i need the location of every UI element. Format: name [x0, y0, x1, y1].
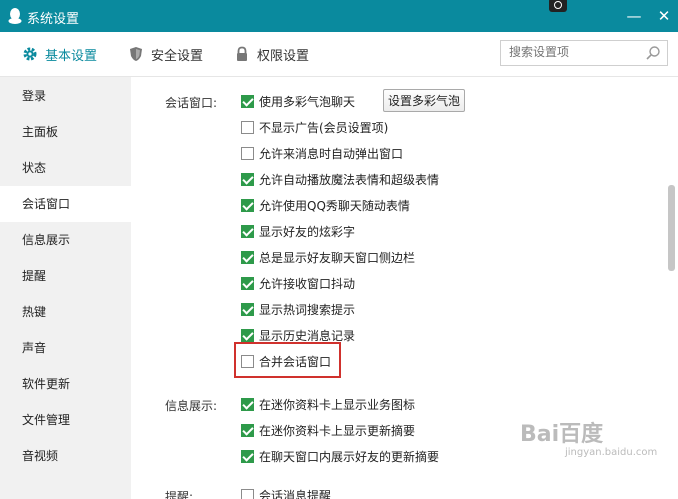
sidebar-item-sound[interactable]: 声音: [0, 330, 131, 366]
option-label: 在聊天窗口内展示好友的更新摘要: [259, 449, 440, 464]
option-checkbox[interactable]: 显示热词搜索提示: [241, 300, 355, 318]
tab-basic-settings[interactable]: 基本设置: [22, 32, 97, 76]
option-label: 在迷你资料卡上显示业务图标: [259, 397, 416, 412]
scrollbar-thumb[interactable]: [668, 185, 675, 271]
checkbox[interactable]: [241, 302, 254, 316]
checkbox[interactable]: [241, 94, 254, 108]
close-button[interactable]: ✕: [654, 6, 674, 26]
sidebar-item-status[interactable]: 状态: [0, 150, 131, 186]
qq-penguin-icon: [8, 8, 22, 24]
lock-icon: [237, 46, 247, 61]
tab-security-settings[interactable]: 安全设置: [128, 32, 203, 76]
checkbox[interactable]: [241, 172, 254, 186]
sidebar-item-info-display[interactable]: 信息展示: [0, 222, 131, 258]
highlight-box: [234, 342, 341, 378]
checkbox[interactable]: [241, 146, 254, 160]
sidebar-item-main-panel[interactable]: 主面板: [0, 114, 131, 150]
vertical-scrollbar[interactable]: [664, 77, 678, 499]
checkbox[interactable]: [241, 198, 254, 212]
checkbox[interactable]: [241, 423, 254, 437]
option-checkbox[interactable]: 总是显示好友聊天窗口侧边栏: [241, 248, 415, 266]
checkbox[interactable]: [241, 397, 254, 411]
option-checkbox[interactable]: 允许使用QQ秀聊天随动表情: [241, 196, 410, 214]
tab-label: 权限设置: [257, 48, 310, 64]
sidebar-item-audio-video[interactable]: 音视频: [0, 438, 131, 474]
tab-label: 基本设置: [45, 48, 98, 64]
tab-label: 安全设置: [151, 48, 204, 64]
minimize-button[interactable]: —: [624, 6, 644, 26]
option-label: 允许自动播放魔法表情和超级表情: [259, 172, 440, 187]
option-checkbox[interactable]: 在迷你资料卡上显示业务图标: [241, 395, 415, 413]
set-colorful-bubble-button[interactable]: 设置多彩气泡: [383, 89, 465, 112]
option-checkbox[interactable]: 允许自动播放魔法表情和超级表情: [241, 170, 439, 188]
sidebar-item-hotkey[interactable]: 热键: [0, 294, 131, 330]
option-label: 允许接收窗口抖动: [259, 276, 356, 291]
sidebar-item-reminder[interactable]: 提醒: [0, 258, 131, 294]
checkbox[interactable]: [241, 224, 254, 238]
option-label: 会话消息提醒: [259, 488, 332, 499]
section-label-info: 信息展示:: [165, 399, 218, 413]
option-checkbox[interactable]: 使用多彩气泡聊天: [241, 92, 355, 110]
option-label: 在迷你资料卡上显示更新摘要: [259, 423, 416, 438]
search-box[interactable]: [500, 40, 668, 66]
section-label-remind: 提醒:: [165, 490, 194, 499]
camera-icon[interactable]: [549, 0, 567, 12]
option-label: 总是显示好友聊天窗口侧边栏: [259, 250, 416, 265]
option-label: 允许来消息时自动弹出窗口: [259, 146, 404, 161]
tab-bar: 基本设置 安全设置 权限设置: [0, 32, 678, 77]
option-label: 使用多彩气泡聊天: [259, 94, 356, 109]
option-label: 显示历史消息记录: [259, 328, 356, 343]
checkbox[interactable]: [241, 449, 254, 463]
shield-icon: [130, 47, 142, 61]
option-checkbox[interactable]: 在迷你资料卡上显示更新摘要: [241, 421, 415, 439]
checkbox[interactable]: [241, 276, 254, 290]
search-input[interactable]: [507, 44, 641, 60]
sidebar: 登录 主面板 状态 会话窗口 信息展示 提醒 热键 声音 软件更新 文件管理 音…: [0, 77, 131, 499]
baidu-watermark-url: jingyan.baidu.com: [565, 447, 658, 458]
option-checkbox[interactable]: 在聊天窗口内展示好友的更新摘要: [241, 447, 439, 465]
option-label: 显示热词搜索提示: [259, 302, 356, 317]
option-checkbox[interactable]: 显示好友的炫彩字: [241, 222, 355, 240]
sidebar-item-session-window[interactable]: 会话窗口: [0, 186, 131, 222]
tab-permission-settings[interactable]: 权限设置: [234, 32, 309, 76]
title-bar: 系统设置 — ✕: [0, 0, 678, 32]
search-icon[interactable]: [645, 45, 661, 61]
section-label-session: 会话窗口:: [165, 96, 218, 110]
baidu-watermark: Bai百度: [520, 422, 604, 447]
option-checkbox[interactable]: 允许接收窗口抖动: [241, 274, 355, 292]
sidebar-item-file-management[interactable]: 文件管理: [0, 402, 131, 438]
sidebar-item-login[interactable]: 登录: [0, 78, 131, 114]
checkbox[interactable]: [241, 250, 254, 264]
option-checkbox[interactable]: 不显示广告(会员设置项): [241, 118, 388, 136]
checkbox[interactable]: [241, 328, 254, 342]
window-title: 系统设置: [27, 12, 80, 27]
option-checkbox[interactable]: 允许来消息时自动弹出窗口: [241, 144, 403, 162]
option-label: 不显示广告(会员设置项): [259, 120, 389, 135]
option-label: 允许使用QQ秀聊天随动表情: [259, 198, 410, 213]
option-checkbox[interactable]: 会话消息提醒: [241, 486, 331, 499]
checkbox[interactable]: [241, 488, 254, 499]
checkbox[interactable]: [241, 120, 254, 134]
gear-icon: [23, 47, 37, 61]
option-label: 显示好友的炫彩字: [259, 224, 356, 239]
sidebar-item-software-update[interactable]: 软件更新: [0, 366, 131, 402]
